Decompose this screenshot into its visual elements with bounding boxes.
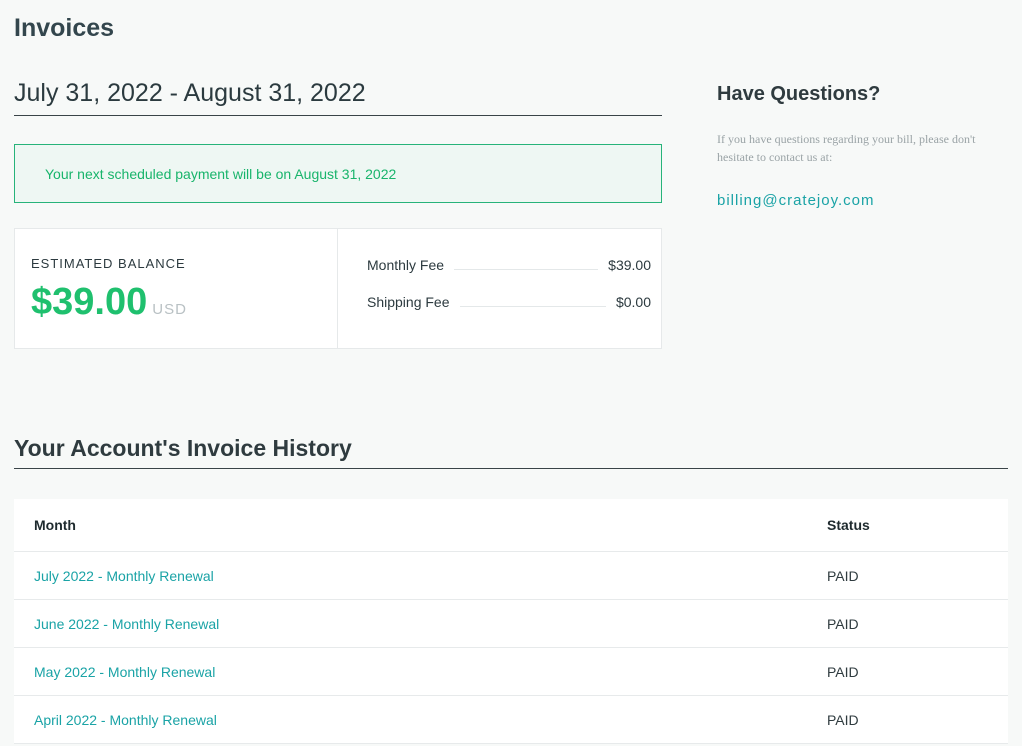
table-header: Month Status [14,499,1008,552]
questions-title: Have Questions? [717,83,881,105]
fee-row-monthly: Monthly Fee $39.00 [367,246,651,283]
table-row: June 2022 - Monthly Renewal PAID [14,600,1008,648]
fee-row-shipping: Shipping Fee $0.00 [367,283,651,320]
invoice-link[interactable]: April 2022 - Monthly Renewal [34,712,217,728]
balance-card: ESTIMATED BALANCE $39.00 USD Monthly Fee… [14,228,662,349]
invoice-status: PAID [827,567,859,584]
fee-label: Shipping Fee [367,293,450,310]
fee-value: $39.00 [608,256,651,273]
invoice-status: PAID [827,711,859,728]
page-title: Invoices [14,14,115,42]
fee-value: $0.00 [615,293,651,310]
invoice-status: PAID [827,615,859,632]
billing-period-title: July 31, 2022 - August 31, 2022 [14,79,662,116]
balance-amount-row: $39.00 USD [31,281,337,324]
table-row: April 2022 - Monthly Renewal PAID [14,696,1008,744]
fee-label: Monthly Fee [367,256,445,273]
balance-currency: USD [152,301,187,318]
invoice-link[interactable]: May 2022 - Monthly Renewal [34,664,215,680]
balance-amount: $39.00 [31,281,148,323]
fee-breakdown: Monthly Fee $39.00 Shipping Fee $0.00 [338,229,661,348]
invoice-status: PAID [827,663,859,680]
billing-email-link[interactable]: billing@cratejoy.com [717,192,875,209]
questions-text: If you have questions regarding your bil… [717,132,976,164]
invoice-link[interactable]: July 2022 - Monthly Renewal [34,568,214,584]
fee-divider [454,269,599,270]
invoice-link[interactable]: June 2022 - Monthly Renewal [34,616,219,632]
invoice-history-title: Your Account's Invoice History [14,435,1008,469]
payment-notice: Your next scheduled payment will be on A… [14,144,662,203]
payment-notice-text: Your next scheduled payment will be on A… [45,165,397,182]
invoice-history-table: Month Status July 2022 - Monthly Renewal… [14,499,1008,744]
balance-label: ESTIMATED BALANCE [31,256,186,271]
column-header-month: Month [34,517,76,533]
fee-divider [459,306,606,307]
invoices-page: Invoices July 31, 2022 - August 31, 2022… [0,0,1022,746]
table-row: May 2022 - Monthly Renewal PAID [14,648,1008,696]
column-header-status: Status [827,517,870,533]
table-row: July 2022 - Monthly Renewal PAID [14,552,1008,600]
balance-summary: ESTIMATED BALANCE $39.00 USD [15,229,338,348]
